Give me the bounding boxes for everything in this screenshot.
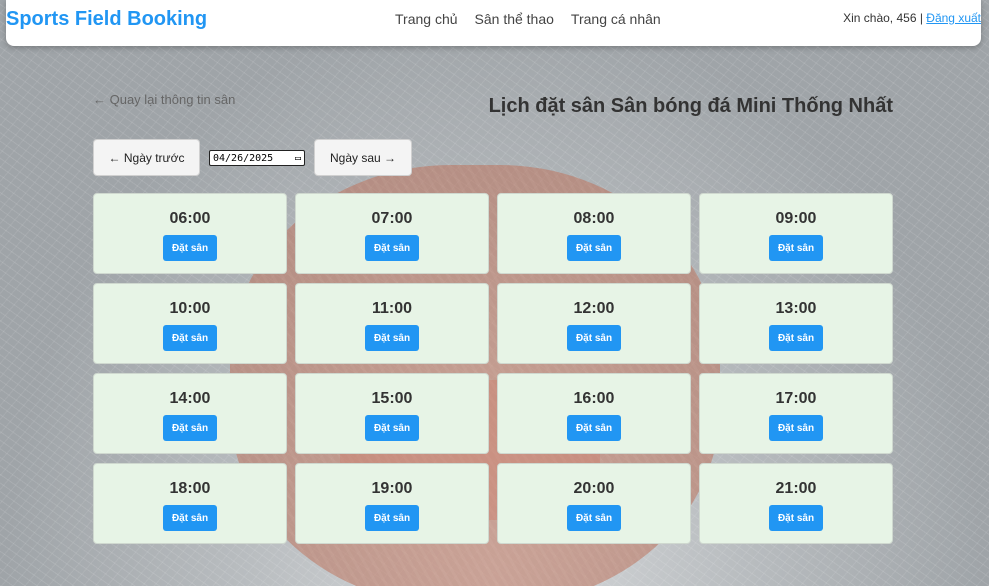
- slot-time: 08:00: [573, 210, 615, 227]
- book-slot-button[interactable]: Đặt sân: [365, 505, 419, 531]
- book-slot-button[interactable]: Đặt sân: [769, 325, 823, 351]
- book-slot-button[interactable]: Đặt sân: [163, 505, 217, 531]
- time-slot-card: 09:00 Đặt sân: [699, 193, 893, 274]
- time-slot-card: 16:00 Đặt sân: [497, 373, 691, 454]
- time-slot-card: 14:00 Đặt sân: [93, 373, 287, 454]
- book-slot-button[interactable]: Đặt sân: [365, 415, 419, 441]
- slot-time: 11:00: [371, 300, 413, 317]
- time-slot-card: 20:00 Đặt sân: [497, 463, 691, 544]
- book-slot-button[interactable]: Đặt sân: [567, 325, 621, 351]
- book-slot-button[interactable]: Đặt sân: [567, 235, 621, 261]
- slot-time: 19:00: [371, 480, 413, 497]
- book-slot-button[interactable]: Đặt sân: [163, 235, 217, 261]
- book-slot-button[interactable]: Đặt sân: [163, 415, 217, 441]
- slot-time: 15:00: [371, 390, 413, 407]
- time-slot-grid: 06:00 Đặt sân 07:00 Đặt sân 08:00 Đặt sân 09:0…: [93, 193, 893, 544]
- time-slot-card: 10:00 Đặt sân: [93, 283, 287, 364]
- time-slot-card: 15:00 Đặt sân: [295, 373, 489, 454]
- time-slot-card: 17:00 Đặt sân: [699, 373, 893, 454]
- main-nav: Trang chủ Sân thể thao Trang cá nhân: [395, 11, 661, 27]
- book-slot-button[interactable]: Đặt sân: [365, 235, 419, 261]
- time-slot-card: 07:00 Đặt sân: [295, 193, 489, 274]
- user-info: Xin chào, 456 | Đăng xuất: [843, 11, 981, 25]
- slot-time: 13:00: [775, 300, 817, 317]
- time-slot-card: 21:00 Đặt sân: [699, 463, 893, 544]
- time-slot-card: 06:00 Đặt sân: [93, 193, 287, 274]
- book-slot-button[interactable]: Đặt sân: [567, 415, 621, 441]
- calendar-icon[interactable]: ▭: [295, 153, 301, 164]
- slot-time: 20:00: [573, 480, 615, 497]
- slot-time: 16:00: [573, 390, 615, 407]
- previous-day-button[interactable]: ← Ngày trước: [93, 139, 200, 176]
- book-slot-button[interactable]: Đặt sân: [163, 325, 217, 351]
- slot-time: 18:00: [169, 480, 211, 497]
- book-slot-button[interactable]: Đặt sân: [567, 505, 621, 531]
- book-slot-button[interactable]: Đặt sân: [769, 505, 823, 531]
- slot-time: 21:00: [775, 480, 817, 497]
- slot-time: 09:00: [775, 210, 817, 227]
- top-navbar: Sports Field Booking Trang chủ Sân thể t…: [6, 0, 981, 46]
- greeting-text: Xin chào, 456 |: [843, 11, 923, 25]
- nav-home[interactable]: Trang chủ: [395, 11, 458, 27]
- time-slot-card: 13:00 Đặt sân: [699, 283, 893, 364]
- logout-link[interactable]: Đăng xuất: [926, 11, 981, 25]
- slot-time: 12:00: [573, 300, 615, 317]
- next-day-button[interactable]: Ngày sau →: [314, 139, 412, 176]
- slot-time: 06:00: [169, 210, 211, 227]
- page-title: Lịch đặt sân Sân bóng đá Mini Thống Nhất: [488, 95, 893, 117]
- date-picker-input[interactable]: 04/26/2025 ▭: [209, 150, 305, 166]
- time-slot-card: 11:00 Đặt sân: [295, 283, 489, 364]
- nav-profile[interactable]: Trang cá nhân: [571, 11, 661, 27]
- slot-time: 17:00: [775, 390, 817, 407]
- time-slot-card: 08:00 Đặt sân: [497, 193, 691, 274]
- nav-fields[interactable]: Sân thể thao: [475, 11, 554, 27]
- book-slot-button[interactable]: Đặt sân: [769, 235, 823, 261]
- slot-time: 14:00: [169, 390, 211, 407]
- time-slot-card: 18:00 Đặt sân: [93, 463, 287, 544]
- slot-time: 07:00: [371, 210, 413, 227]
- time-slot-card: 19:00 Đặt sân: [295, 463, 489, 544]
- brand-logo[interactable]: Sports Field Booking: [6, 8, 207, 31]
- book-slot-button[interactable]: Đặt sân: [769, 415, 823, 441]
- time-slot-card: 12:00 Đặt sân: [497, 283, 691, 364]
- back-to-field-link[interactable]: ← Quay lại thông tin sân: [93, 92, 235, 107]
- date-value: 04/26/2025: [213, 152, 274, 164]
- slot-time: 10:00: [169, 300, 211, 317]
- book-slot-button[interactable]: Đặt sân: [365, 325, 419, 351]
